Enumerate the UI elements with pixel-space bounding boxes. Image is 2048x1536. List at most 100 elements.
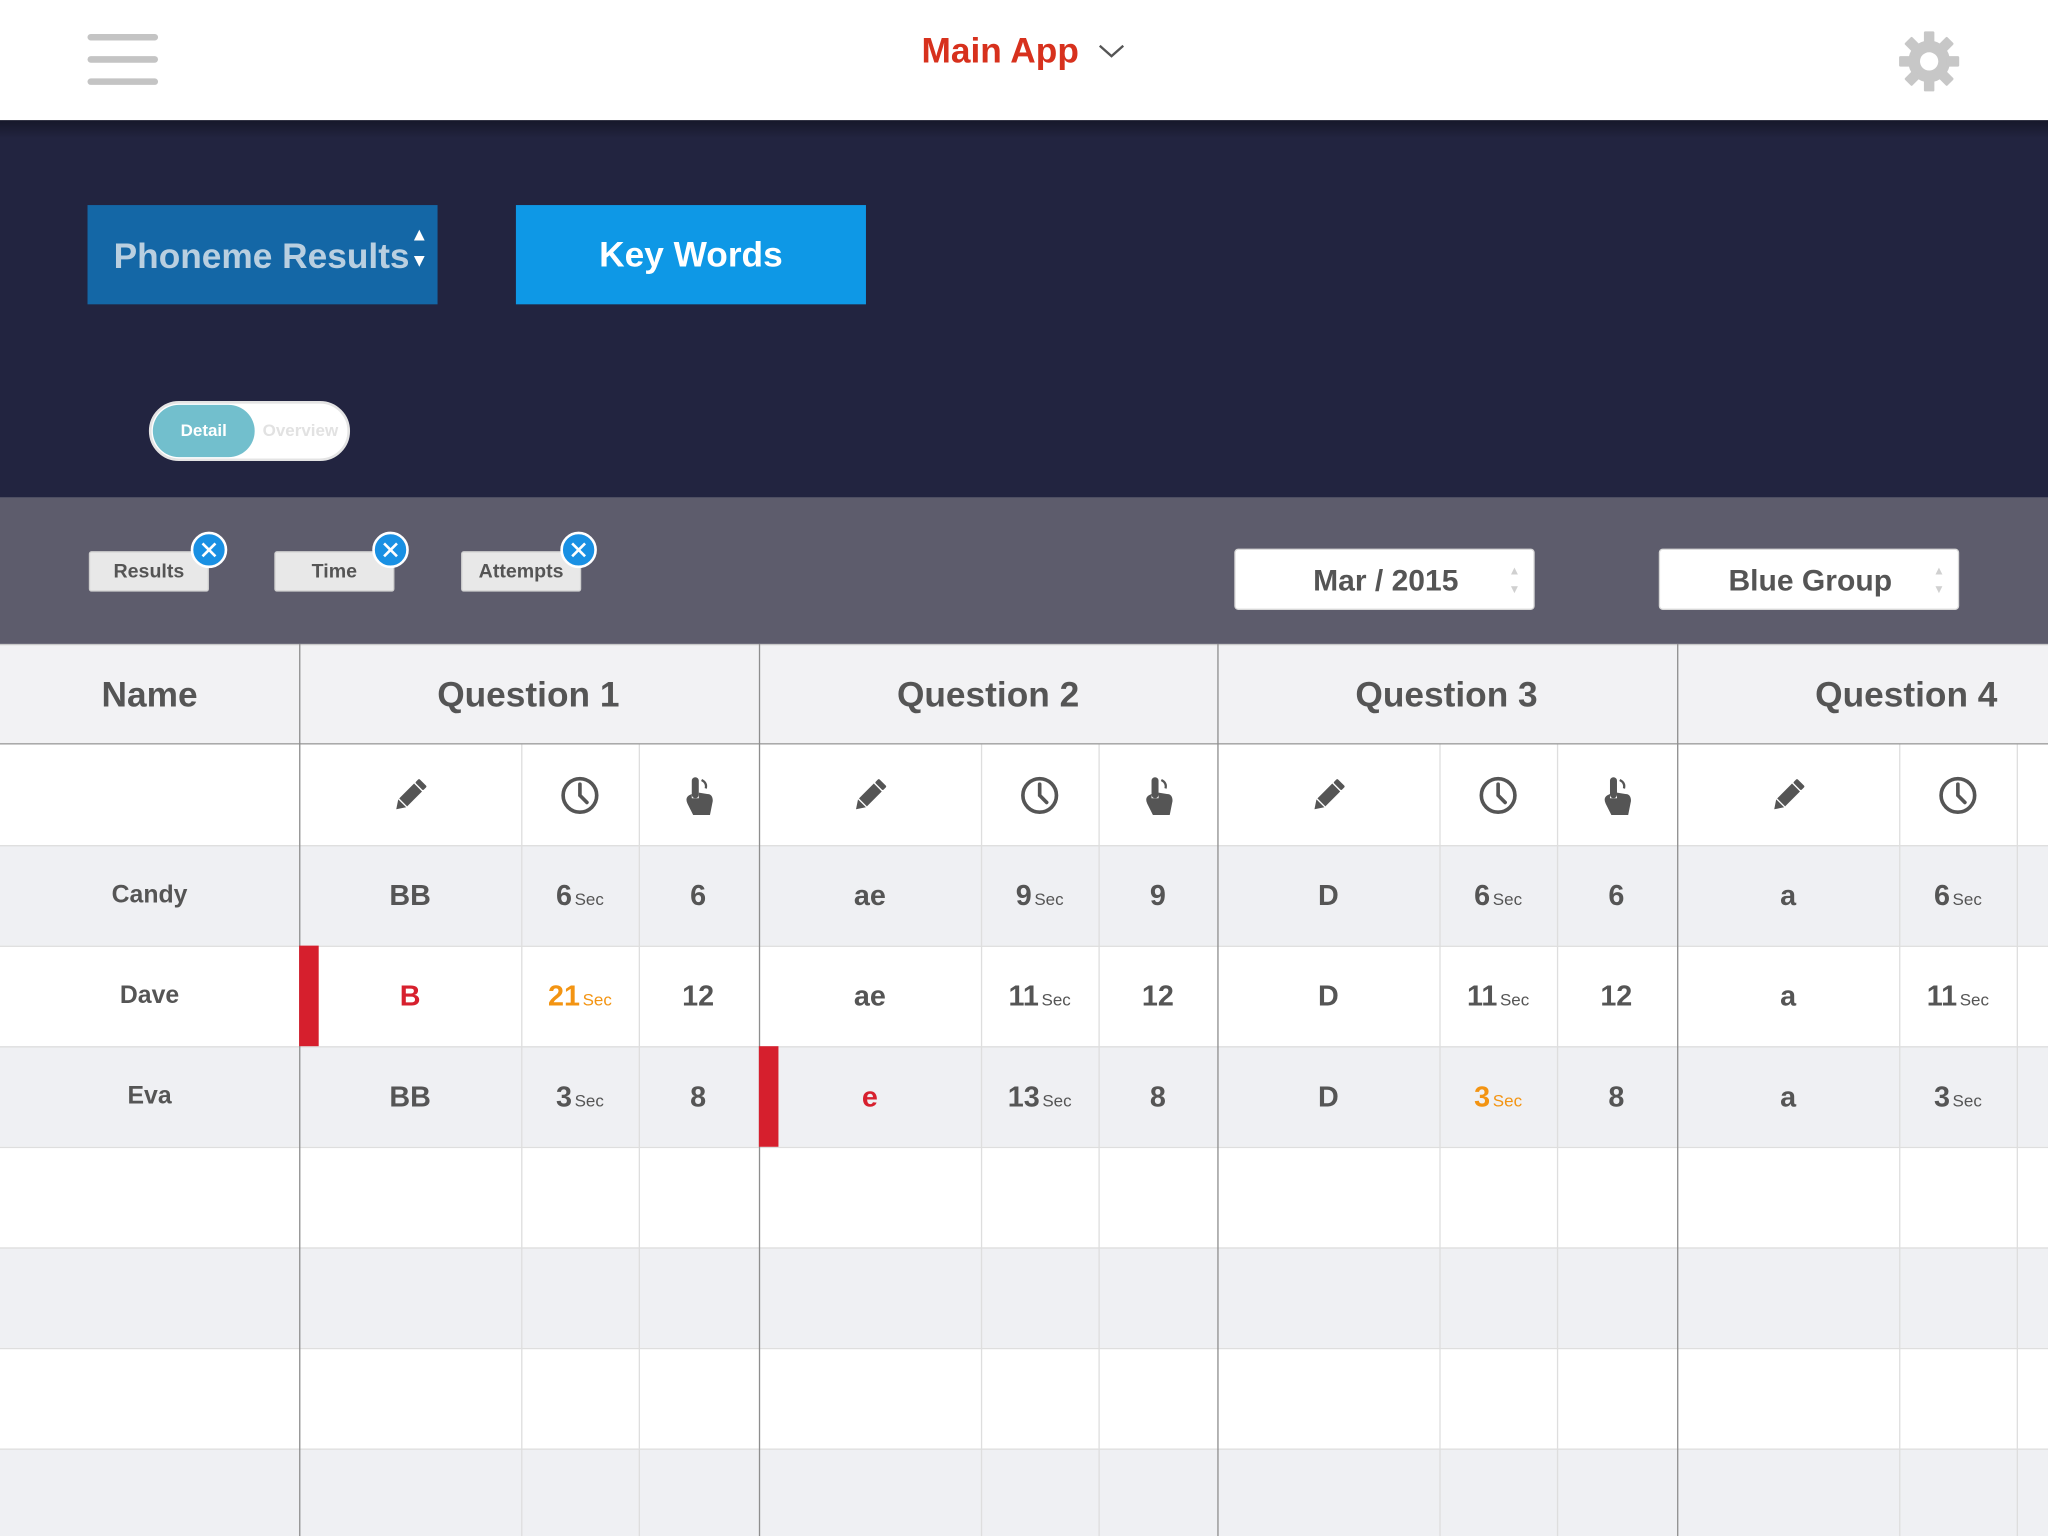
student-name[interactable]: Eva — [0, 1046, 299, 1147]
group-picker[interactable]: Blue Group ▲ ▼ — [1658, 548, 1960, 610]
time-cell[interactable]: 6 Sec — [1899, 845, 2017, 946]
pointer-hand-icon — [639, 744, 758, 845]
sort-arrows-icon: ▲ ▼ — [410, 223, 429, 271]
row-divider — [0, 1347, 2048, 1350]
table-row — [0, 1448, 2048, 1536]
time-cell[interactable]: 13 Sec — [981, 1046, 1099, 1147]
toggle-detail-option[interactable]: Detail — [152, 404, 255, 458]
result-cell[interactable]: BB — [299, 845, 521, 946]
question-column-header[interactable]: Question 1 — [299, 645, 757, 746]
result-cell[interactable]: D — [1217, 845, 1439, 946]
pencil-icon — [1217, 744, 1439, 845]
key-words-button[interactable]: Key Words — [515, 205, 866, 305]
student-name[interactable]: Candy — [0, 845, 299, 946]
result-cell[interactable]: D — [1217, 1046, 1439, 1147]
header-shadow — [0, 120, 2048, 139]
attempts-cell[interactable]: 6 — [639, 845, 758, 946]
time-cell[interactable]: 11 Sec — [1899, 946, 2017, 1047]
result-cell[interactable]: D — [1217, 946, 1439, 1047]
attempts-cell[interactable]: 8 — [639, 1046, 758, 1147]
table-row — [0, 1347, 2048, 1449]
result-cell[interactable]: e — [759, 1046, 981, 1147]
result-cell[interactable]: ae — [759, 946, 981, 1047]
time-cell[interactable]: 3 Sec — [521, 1046, 639, 1147]
time-unit: Sec — [1492, 889, 1523, 910]
time-cell[interactable]: 9 Sec — [981, 845, 1099, 946]
row-divider — [0, 1146, 2048, 1149]
attempts-cell[interactable]: 8 — [1098, 1046, 1217, 1147]
pencil-icon — [299, 744, 521, 845]
time-value: 3 — [1933, 1080, 1950, 1113]
time-unit: Sec — [1952, 1090, 1982, 1111]
time-unit: Sec — [1041, 990, 1071, 1010]
time-unit: Sec — [1952, 889, 1982, 910]
pointer-hand-icon — [1098, 744, 1217, 845]
top-bar: Main App — [0, 0, 2048, 121]
time-cell[interactable]: 6 Sec — [521, 845, 639, 946]
date-picker[interactable]: Mar / 2015 ▲ ▼ — [1234, 548, 1535, 610]
time-unit: Sec — [582, 990, 612, 1010]
pointer-hand-icon — [1557, 744, 1676, 845]
time-cell[interactable]: 11 Sec — [1439, 946, 1557, 1047]
time-value: 6 — [555, 879, 572, 912]
attempts-cell[interactable]: 9 — [1098, 845, 1217, 946]
clock-icon — [1439, 744, 1557, 845]
filter-chip-results[interactable]: Results — [88, 551, 209, 592]
time-value: 3 — [555, 1080, 572, 1113]
time-cell[interactable]: 6 Sec — [1439, 845, 1557, 946]
close-icon[interactable] — [560, 531, 597, 569]
time-cell[interactable]: 3 Sec — [1899, 1046, 2017, 1147]
stepper-arrows-icon: ▲ ▼ — [1933, 564, 1945, 596]
app-title[interactable]: Main App — [921, 31, 1078, 71]
time-cell[interactable]: 3 Sec — [1439, 1046, 1557, 1147]
attempts-cell[interactable]: 8 — [1557, 1046, 1676, 1147]
app-switcher: Main App — [0, 31, 2048, 71]
result-cell[interactable]: a — [1677, 946, 1899, 1047]
question-column-header[interactable]: Question 3 — [1217, 645, 1675, 746]
attempts-cell[interactable]: 12 — [639, 946, 758, 1047]
attempts-cell[interactable]: 12 — [1557, 946, 1676, 1047]
results-table: Name Question 1 Question 2 Question 3 Questi… — [0, 643, 2048, 1536]
table-row — [0, 1247, 2048, 1348]
clock-icon — [521, 744, 639, 845]
subcolumn-divider — [2016, 744, 2018, 1536]
result-cell[interactable]: B — [299, 946, 521, 1047]
clock-icon — [981, 744, 1099, 845]
table-row — [0, 1146, 2048, 1248]
time-cell[interactable]: 11 Sec — [981, 946, 1099, 1047]
result-cell[interactable]: a — [1677, 1046, 1899, 1147]
row-divider — [0, 1448, 2048, 1450]
date-picker-value: Mar / 2015 — [1313, 562, 1459, 597]
app-screen: Main App Phoneme Results ▲ ▼ Key Words D… — [0, 0, 2048, 1536]
clock-icon — [1899, 744, 2017, 845]
time-unit: Sec — [574, 1090, 604, 1111]
phoneme-results-select[interactable]: Phoneme Results ▲ ▼ — [87, 205, 438, 305]
time-value: 6 — [1474, 879, 1491, 912]
student-name[interactable]: Dave — [0, 946, 299, 1047]
result-cell[interactable]: a — [1677, 845, 1899, 946]
result-cell[interactable]: BB — [299, 1046, 521, 1147]
time-unit: Sec — [1492, 1090, 1523, 1111]
attempts-cell[interactable]: 6 — [1557, 845, 1676, 946]
row-divider — [0, 1247, 2048, 1249]
question-column-header[interactable]: Question 4 — [1677, 645, 2048, 746]
time-value: 6 — [1933, 879, 1950, 912]
time-unit: Sec — [1034, 889, 1064, 910]
group-picker-value: Blue Group — [1728, 562, 1893, 597]
time-value: 11 — [1466, 979, 1498, 1013]
attempts-cell[interactable]: 12 — [1098, 946, 1217, 1047]
question-column-header[interactable]: Question 2 — [759, 645, 1217, 746]
toggle-overview-option[interactable]: Overview — [260, 404, 341, 459]
time-value: 13 — [1007, 1080, 1040, 1113]
close-icon[interactable] — [190, 531, 228, 569]
time-unit: Sec — [1042, 1090, 1072, 1111]
time-value: 11 — [1926, 979, 1958, 1013]
pointer-hand-icon — [2017, 744, 2048, 845]
chevron-down-icon[interactable] — [1098, 41, 1127, 59]
result-cell[interactable]: ae — [759, 845, 981, 946]
gear-icon[interactable] — [1896, 29, 1961, 94]
time-cell[interactable]: 21 Sec — [521, 946, 639, 1047]
detail-overview-toggle[interactable]: Detail Overview — [148, 400, 351, 462]
close-icon[interactable] — [372, 531, 409, 569]
time-unit: Sec — [1499, 990, 1530, 1010]
